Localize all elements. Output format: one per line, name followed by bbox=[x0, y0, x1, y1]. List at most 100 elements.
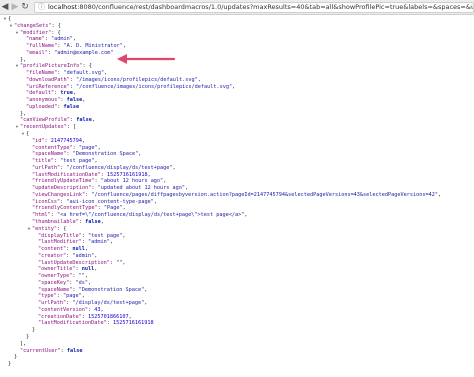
json-value: 1525701866107 bbox=[87, 313, 129, 320]
json-punct: , bbox=[94, 266, 98, 273]
json-line: ▼ "recentUpdates": [ bbox=[0, 124, 474, 131]
forward-arrow-icon[interactable]: ▶ bbox=[10, 0, 20, 14]
json-key: "contentVersion" bbox=[38, 306, 88, 313]
json-key: "updateDescription" bbox=[32, 185, 92, 192]
json-value: false bbox=[76, 117, 92, 124]
json-key: "viewChangesLink" bbox=[32, 191, 86, 198]
json-key: "urlPath" bbox=[38, 300, 67, 307]
json-punct: , bbox=[147, 171, 151, 178]
json-line: "id": 2147745794, bbox=[0, 138, 474, 145]
json-value: "admin" bbox=[87, 239, 110, 246]
back-arrow-icon[interactable]: ◀ bbox=[0, 0, 10, 14]
json-line: "content": null, bbox=[0, 246, 474, 253]
json-line: "contentType": "page", bbox=[0, 145, 474, 152]
json-line: } bbox=[0, 334, 474, 341]
json-punct: , bbox=[87, 279, 92, 286]
json-line: ▼ "profilePictureInfo": { bbox=[0, 63, 474, 70]
json-line: "canViewProfile": false, bbox=[0, 117, 474, 124]
json-value: "Demonstration Space" bbox=[78, 286, 145, 293]
json-key: "email" bbox=[26, 49, 48, 56]
json-key: "lastModificationDate" bbox=[38, 320, 107, 327]
json-punct: , bbox=[153, 198, 157, 205]
json-value: false bbox=[66, 97, 83, 104]
json-punct: , bbox=[109, 239, 113, 246]
json-punct: , bbox=[97, 144, 101, 151]
json-punct: : { bbox=[51, 29, 61, 36]
json-punct: } bbox=[14, 354, 18, 361]
json-line: "type": "page", bbox=[0, 293, 474, 300]
json-key: "friendlyUpdateTime" bbox=[32, 178, 95, 185]
json-value: "admin" bbox=[72, 252, 95, 259]
json-line: ▼ "modifier": { bbox=[0, 30, 474, 37]
json-punct: , bbox=[122, 205, 126, 212]
json-line: "lastModificationDate": 1525716161918 bbox=[0, 320, 474, 327]
json-line: ▼{ bbox=[0, 131, 474, 138]
json-line: "contentVersion": 43, bbox=[0, 307, 474, 314]
json-punct: , bbox=[144, 286, 148, 293]
json-viewer: ▼{ ▼ "changeSets": {▼ "modifier": {"name": … bbox=[0, 16, 474, 377]
json-key: "modifier" bbox=[20, 29, 52, 36]
json-value: false bbox=[66, 347, 83, 354]
json-line: "uploaded": false bbox=[0, 104, 474, 111]
url-text[interactable]: localhost:8080/confluence/rest/dashboard… bbox=[48, 3, 473, 11]
json-punct: , bbox=[104, 70, 108, 77]
json-key: "canViewProfile" bbox=[20, 117, 70, 124]
json-line: } bbox=[0, 327, 474, 334]
json-line: ▼ "changeSets": { bbox=[0, 23, 474, 30]
json-key: "changeSets" bbox=[14, 22, 52, 29]
json-value: "Page" bbox=[103, 205, 123, 212]
json-key: "html" bbox=[32, 212, 51, 219]
json-punct: , bbox=[81, 137, 86, 144]
info-icon[interactable]: ⓘ bbox=[38, 3, 45, 12]
json-punct: , bbox=[91, 117, 95, 124]
json-value: "/confluence/pages/diffpagesbyversion.ac… bbox=[91, 191, 439, 198]
json-key: "uriReference" bbox=[26, 83, 70, 90]
json-punct: : { bbox=[82, 63, 92, 70]
json-punct: , bbox=[122, 232, 126, 239]
json-value: "A. D. Ministrator" bbox=[63, 43, 123, 50]
json-line: "currentUser": false bbox=[0, 348, 474, 355]
json-punct: , bbox=[81, 293, 85, 300]
json-line: "displayTitle": "test page", bbox=[0, 233, 474, 240]
json-punct: : { bbox=[51, 22, 61, 29]
json-line: "creationDate": 1525701866107, bbox=[0, 314, 474, 321]
json-punct: , bbox=[232, 83, 236, 90]
json-key: "type" bbox=[38, 293, 57, 300]
json-key: "profilePictureInfo" bbox=[20, 63, 83, 70]
json-punct: , bbox=[82, 97, 86, 104]
json-key: "urlPath" bbox=[32, 164, 61, 171]
json-key: "currentUser" bbox=[20, 347, 61, 354]
json-key: "title" bbox=[32, 158, 54, 165]
address-bar[interactable]: ⓘ localhost:8080/confluence/rest/dashboa… bbox=[34, 1, 474, 13]
json-value: "/images/icons/profilepics/default.svg" bbox=[75, 76, 198, 83]
json-line: "lastModifier": "admin", bbox=[0, 239, 474, 246]
json-key: "creationDate" bbox=[38, 313, 82, 320]
json-punct: , bbox=[438, 191, 442, 198]
reload-icon[interactable]: ↻ bbox=[20, 0, 30, 14]
json-key: "downloadPath" bbox=[26, 76, 70, 83]
json-line: "ownerType": "", bbox=[0, 273, 474, 280]
json-punct: , bbox=[122, 259, 126, 266]
json-key: "recentUpdates" bbox=[20, 124, 67, 131]
json-punct: , bbox=[84, 273, 88, 280]
json-value: null bbox=[81, 266, 95, 273]
json-line: "spaceName": "Demonstration Space", bbox=[0, 151, 474, 158]
json-line: }, bbox=[0, 57, 474, 64]
json-key: "ownerTitle" bbox=[38, 266, 76, 273]
json-line: "downloadPath": "/images/icons/profilepi… bbox=[0, 77, 474, 84]
json-value: 1525716161918 bbox=[106, 171, 148, 178]
json-punct: }, bbox=[20, 56, 27, 63]
json-punct: , bbox=[94, 252, 98, 259]
json-punct: , bbox=[72, 36, 76, 43]
json-line: "iconCss": "aui-icon content-type-page", bbox=[0, 199, 474, 206]
json-line: "name": "admin", bbox=[0, 36, 474, 43]
json-value: "ds" bbox=[75, 279, 88, 286]
json-line: "spaceKey": "ds", bbox=[0, 280, 474, 287]
json-value: false bbox=[63, 103, 80, 110]
json-value: null bbox=[72, 246, 85, 253]
json-punct: } bbox=[8, 361, 12, 368]
json-key: "lastUpdateDescription" bbox=[38, 259, 110, 266]
json-punct: , bbox=[84, 246, 88, 253]
json-punct: }, bbox=[20, 110, 27, 117]
json-key: "fullName" bbox=[26, 43, 58, 50]
